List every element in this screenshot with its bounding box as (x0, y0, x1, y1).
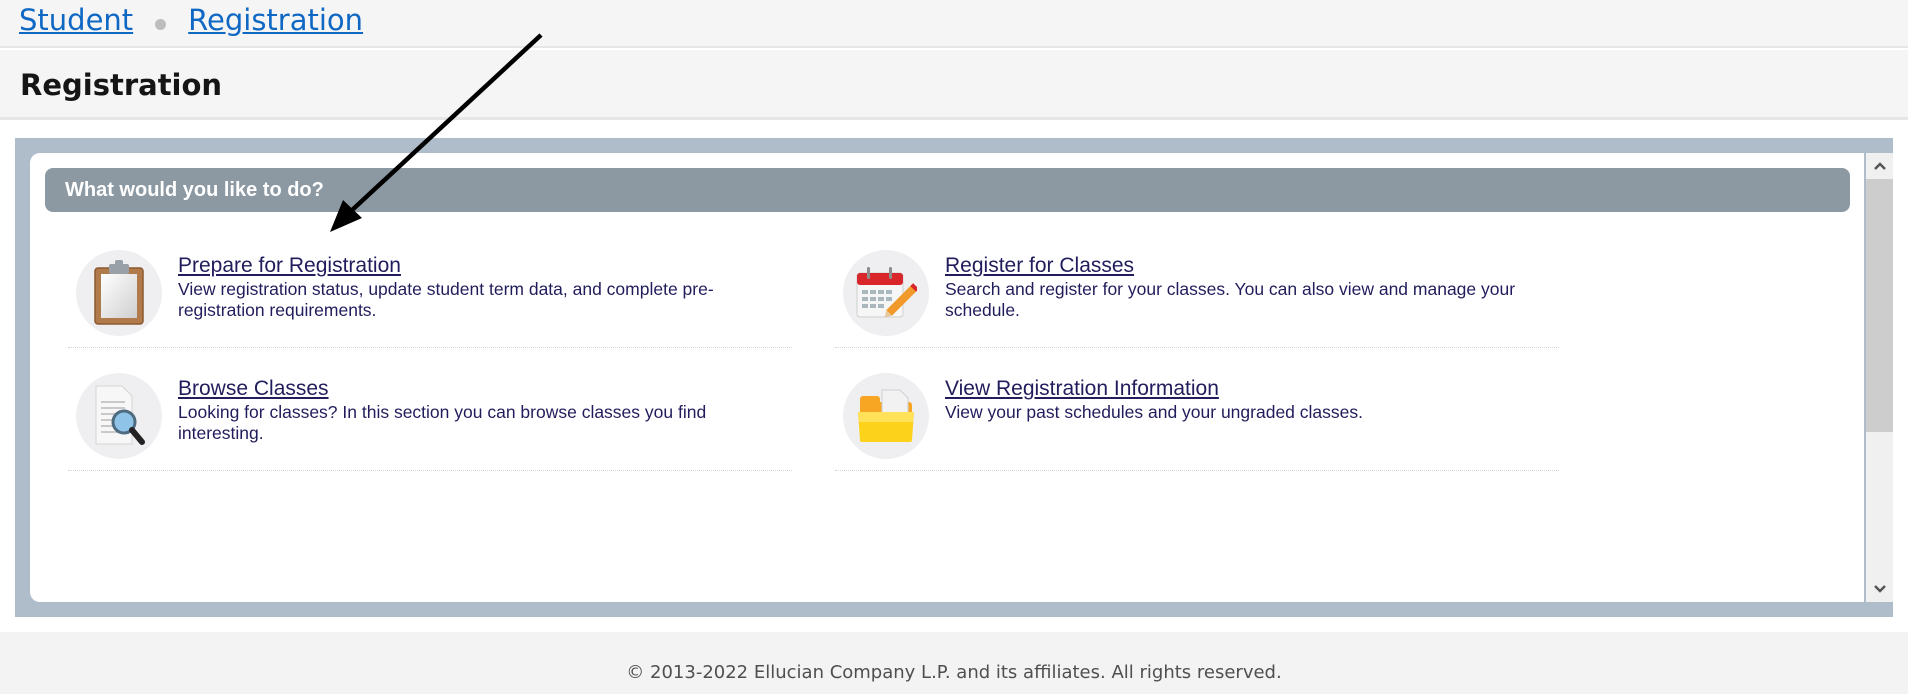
item-text: View Registration Information View your … (945, 371, 1545, 423)
register-for-classes-description: Search and register for your classes. Yo… (945, 279, 1516, 320)
register-for-classes-link[interactable]: Register for Classes (945, 254, 1545, 278)
page-title-bar: Registration (0, 50, 1908, 120)
item-text: Browse Classes Looking for classes? In t… (178, 371, 778, 444)
prepare-for-registration-description: View registration status, update student… (178, 279, 714, 320)
page-title: Registration (20, 68, 223, 102)
folder-icon[interactable] (843, 373, 929, 459)
breadcrumb-student-link[interactable]: Student (19, 3, 133, 37)
breadcrumb-separator-icon (155, 18, 167, 30)
calendar-pencil-icon[interactable] (843, 250, 929, 336)
view-registration-information-link[interactable]: View Registration Information (945, 377, 1545, 401)
content-frame: What would you like to do? Prepare for R… (15, 138, 1893, 617)
browse-classes-link[interactable]: Browse Classes (178, 377, 778, 401)
list-item-browse-classes: Browse Classes Looking for classes? In t… (68, 371, 792, 471)
document-magnifier-icon[interactable] (76, 373, 162, 459)
list-item-view-registration-information: View Registration Information View your … (835, 371, 1559, 471)
copyright-text: © 2013-2022 Ellucian Company L.P. and it… (626, 662, 1282, 683)
chevron-down-icon[interactable] (1866, 576, 1893, 602)
registration-panel: What would you like to do? Prepare for R… (30, 153, 1864, 602)
view-registration-information-description: View your past schedules and your ungrad… (945, 402, 1363, 422)
prepare-for-registration-link[interactable]: Prepare for Registration (178, 254, 778, 278)
list-item-register-for-classes: Register for Classes Search and register… (835, 248, 1559, 348)
clipboard-icon[interactable] (76, 250, 162, 336)
panel-scrollbar[interactable] (1866, 153, 1893, 602)
breadcrumb: Student Registration (19, 0, 363, 40)
section-header: What would you like to do? (45, 168, 1850, 212)
section-header-title: What would you like to do? (65, 179, 324, 201)
item-text: Register for Classes Search and register… (945, 248, 1545, 321)
item-text: Prepare for Registration View registrati… (178, 248, 778, 321)
breadcrumb-registration-link[interactable]: Registration (188, 3, 363, 37)
scrollbar-thumb[interactable] (1866, 179, 1893, 432)
chevron-up-icon[interactable] (1866, 153, 1893, 179)
breadcrumb-bar: Student Registration (0, 0, 1908, 48)
browse-classes-description: Looking for classes? In this section you… (178, 402, 707, 443)
footer: © 2013-2022 Ellucian Company L.P. and it… (0, 632, 1908, 694)
list-item-prepare-for-registration: Prepare for Registration View registrati… (68, 248, 792, 348)
